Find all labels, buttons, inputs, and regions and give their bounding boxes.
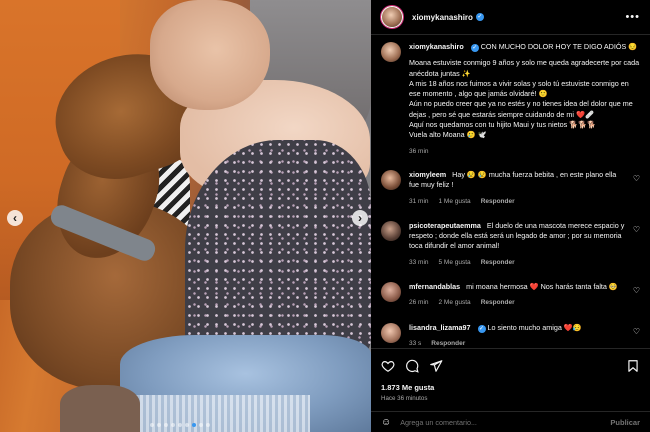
carousel-indicator [150, 423, 210, 427]
publish-button[interactable]: Publicar [610, 418, 640, 427]
emoji-icon[interactable]: ☺ [381, 417, 391, 428]
carousel-dot [206, 423, 210, 427]
comment-item: lisandra_lizama97 ✓ Lo siento mucho amiga… [381, 322, 640, 348]
caption-time: 36 min [409, 147, 429, 155]
avatar[interactable] [381, 322, 401, 343]
post-timestamp: Hace 36 minutos [381, 395, 428, 402]
carousel-prev-button[interactable]: ‹ [7, 210, 23, 226]
comment-text: Lo siento mucho amiga ❤️😥 [487, 322, 582, 332]
caption-line: Aún no puedo creer que ya no estés y no … [409, 99, 633, 119]
caption-line: Vuela alto Moana 🥲 🕊️ [409, 130, 487, 140]
post-media[interactable]: ‹ › [0, 0, 371, 432]
carousel-dot [157, 423, 161, 427]
carousel-next-button[interactable]: › [352, 210, 368, 226]
comment-item: psicoterapeutaemma El duelo de una masco… [381, 220, 640, 268]
send-icon[interactable] [429, 359, 443, 373]
verified-icon: ✓ [477, 324, 486, 333]
likes-count[interactable]: 1.873 Me gusta [381, 383, 640, 392]
reply-button[interactable]: Responder [481, 258, 515, 268]
dog-bed [60, 385, 140, 432]
verified-icon: ✓ [470, 44, 479, 52]
caption-username[interactable]: xiomykanashiro [409, 42, 464, 51]
carousel-dot [192, 423, 196, 427]
verified-icon: ✓ [475, 13, 484, 21]
post-panel: xiomykanashiro ✓ ••• xiomykanashiro ✓ CON… [371, 0, 650, 432]
comment-username[interactable]: lisandra_lizama97 [409, 323, 471, 332]
comment-likes[interactable]: 1 Me gusta [439, 197, 471, 207]
comment-input[interactable] [400, 417, 611, 427]
frayed-hem [110, 395, 310, 432]
carousel-dot [164, 423, 168, 427]
post-header: xiomykanashiro ✓ ••• [371, 0, 650, 35]
heart-icon[interactable] [381, 359, 395, 373]
avatar[interactable] [381, 169, 401, 190]
reply-button[interactable]: Responder [481, 197, 515, 207]
bookmark-icon[interactable] [626, 359, 640, 373]
carousel-dot [178, 423, 182, 427]
reply-button[interactable]: Responder [431, 339, 465, 348]
caption-line: Aquí nos quedamos con tu hijito Maui y t… [409, 120, 597, 130]
comment-icon[interactable] [405, 359, 419, 373]
heart-icon[interactable]: ♡ [633, 225, 640, 234]
avatar[interactable] [381, 282, 401, 303]
comment-username[interactable]: psicoterapeutaemma [409, 221, 481, 230]
avatar[interactable] [381, 6, 403, 28]
comment-likes[interactable]: 2 Me gusta [439, 298, 471, 308]
more-icon[interactable]: ••• [625, 11, 640, 23]
carousel-dot [171, 423, 175, 427]
floral-top [185, 140, 371, 360]
avatar[interactable] [381, 42, 401, 62]
heart-icon[interactable]: ♡ [633, 286, 640, 295]
comment-time: 33 s [409, 339, 422, 347]
reply-button[interactable]: Responder [481, 298, 515, 308]
avatar[interactable] [381, 220, 401, 241]
caption-line: Moana estuviste conmigo 9 años y solo me… [409, 58, 640, 78]
post-actions: 1.873 Me gusta Hace 36 minutos [371, 348, 650, 402]
comment-item: xiomyleem Hay 😢 😢 mucha fuerza bebita , … [381, 169, 640, 207]
post-caption: xiomykanashiro ✓ CON MUCHO DOLOR HOY TE D… [381, 42, 640, 157]
woman-face [150, 0, 270, 110]
carousel-dot [150, 423, 154, 427]
comment-text: mi moana hermosa ❤️ Nos harás tanta falt… [466, 282, 618, 292]
caption-title: CON MUCHO DOLOR HOY TE DIGO ADIÓS 😔 [480, 42, 638, 51]
comments-list[interactable]: xiomykanashiro ✓ CON MUCHO DOLOR HOY TE D… [371, 36, 650, 348]
comment-username[interactable]: mfernandablas [409, 282, 460, 291]
heart-icon[interactable]: ♡ [633, 174, 640, 183]
comment-time: 31 min [409, 197, 429, 205]
header-username[interactable]: xiomykanashiro [412, 13, 473, 22]
heart-icon[interactable]: ♡ [633, 327, 640, 336]
comment-item: mfernandablas mi moana hermosa ❤️ Nos ha… [381, 282, 640, 309]
add-comment-bar: ☺ Publicar [371, 411, 650, 432]
carousel-dot [199, 423, 203, 427]
carousel-dot [185, 423, 189, 427]
comment-likes[interactable]: 5 Me gusta [439, 258, 471, 268]
comment-time: 26 min [409, 299, 429, 307]
comment-username[interactable]: xiomyleem [409, 170, 446, 179]
caption-line: A mis 18 años nos fuimos a vivir solas y… [409, 78, 629, 99]
comment-time: 33 min [409, 258, 429, 266]
